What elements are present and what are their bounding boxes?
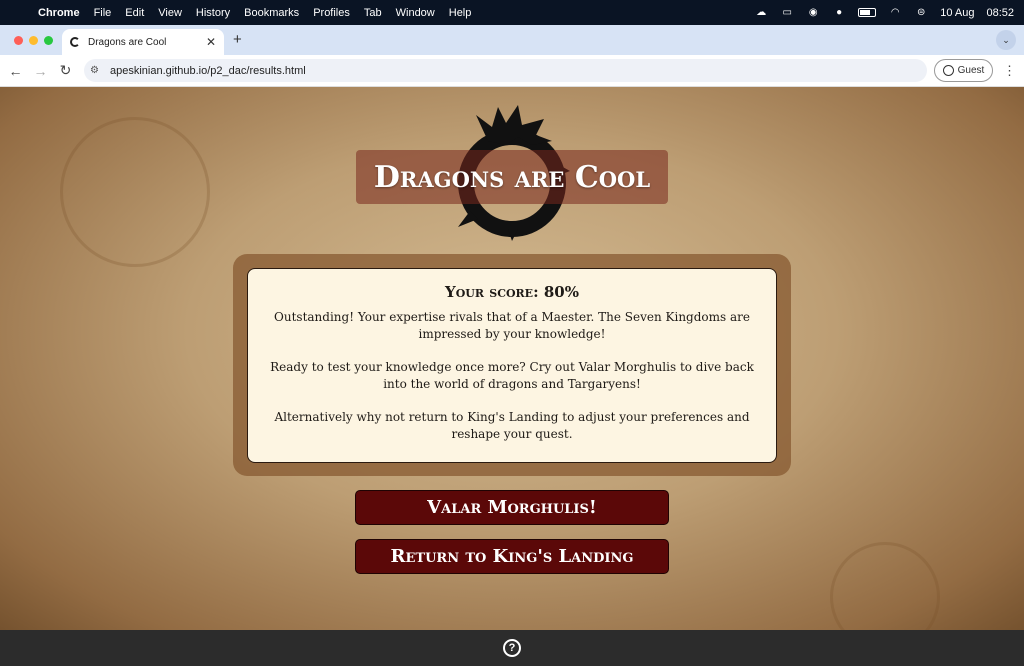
profile-icon — [942, 65, 954, 76]
menu-view[interactable]: View — [158, 7, 182, 19]
result-message: Outstanding! Your expertise rivals that … — [274, 310, 750, 341]
close-tab-icon[interactable]: ✕ — [206, 35, 216, 49]
forward-icon[interactable]: → — [28, 63, 53, 79]
score-heading: Your score: 80% — [445, 283, 579, 301]
zoom-window-icon[interactable] — [44, 36, 53, 45]
new-tab-icon[interactable]: + — [233, 31, 242, 48]
site-info-icon[interactable]: ⚙ — [90, 65, 104, 76]
tab-search-icon[interactable]: ⌄ — [996, 30, 1016, 50]
home-message: Alternatively why not return to King's L… — [274, 410, 750, 441]
page-title: Dragons are Cool — [356, 150, 668, 204]
control-center-icon[interactable]: ⊜ — [914, 7, 928, 18]
menu-app-name[interactable]: Chrome — [38, 7, 80, 19]
menu-help[interactable]: Help — [449, 7, 472, 19]
back-icon[interactable]: ← — [3, 63, 28, 79]
menu-time[interactable]: 08:52 — [986, 7, 1014, 19]
address-bar[interactable]: ⚙ apeskinian.github.io/p2_dac/results.ht… — [84, 59, 927, 82]
browser-toolbar: ← → ↻ ⚙ apeskinian.github.io/p2_dac/resu… — [0, 55, 1024, 87]
cloud-icon[interactable]: ☁ — [754, 7, 768, 18]
retry-message: Ready to test your knowledge once more? … — [270, 360, 754, 391]
wifi-icon[interactable]: ◠ — [888, 7, 902, 18]
return-home-button[interactable]: Return to King's Landing — [355, 539, 669, 574]
menu-date[interactable]: 10 Aug — [940, 7, 974, 19]
tab-strip: Dragons are Cool ✕ + ⌄ — [0, 25, 1024, 55]
menu-bookmarks[interactable]: Bookmarks — [244, 7, 299, 19]
display-icon[interactable]: ▭ — [780, 7, 794, 18]
macos-menu-bar: Chrome File Edit View History Bookmarks … — [0, 0, 1024, 25]
menu-tab[interactable]: Tab — [364, 7, 382, 19]
menu-profiles[interactable]: Profiles — [313, 7, 350, 19]
results-card: Your score: 80% Outstanding! Your expert… — [247, 268, 777, 463]
footer: ? — [0, 630, 1024, 666]
extension-icon[interactable]: ● — [832, 7, 846, 18]
profile-button[interactable]: Guest — [934, 59, 993, 82]
coffee-stain-decoration — [60, 117, 210, 267]
close-window-icon[interactable] — [14, 36, 23, 45]
help-icon[interactable]: ? — [503, 639, 521, 657]
menu-window[interactable]: Window — [396, 7, 435, 19]
menu-history[interactable]: History — [196, 7, 230, 19]
minimize-window-icon[interactable] — [29, 36, 38, 45]
page-content: Dragons are Cool Your score: 80% Outstan… — [0, 87, 1024, 630]
loading-favicon-icon — [70, 37, 80, 47]
tab-title: Dragons are Cool — [88, 36, 167, 48]
more-menu-icon[interactable]: ⋮ — [1003, 63, 1016, 79]
menu-file[interactable]: File — [94, 7, 112, 19]
coffee-stain-decoration — [830, 542, 940, 630]
battery-icon[interactable] — [858, 8, 877, 17]
url-text[interactable]: apeskinian.github.io/p2_dac/results.html — [110, 65, 306, 77]
profile-label: Guest — [957, 65, 985, 76]
browser-tab[interactable]: Dragons are Cool ✕ — [62, 29, 224, 55]
reload-icon[interactable]: ↻ — [53, 62, 78, 79]
menu-edit[interactable]: Edit — [125, 7, 144, 19]
record-icon[interactable]: ◉ — [806, 7, 820, 18]
restart-quiz-button[interactable]: Valar Morghulis! — [355, 490, 669, 525]
